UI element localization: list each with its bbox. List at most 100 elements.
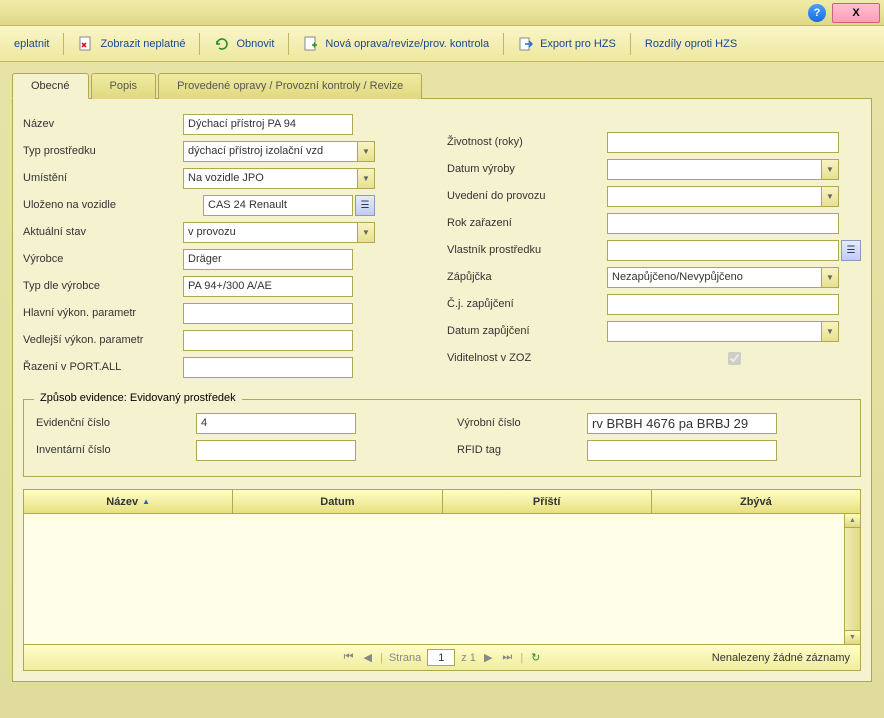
rfid-input[interactable] [587, 440, 777, 461]
document-plus-icon [303, 36, 319, 52]
chevron-down-icon[interactable]: ▼ [821, 322, 838, 341]
vyrobce-input[interactable] [183, 249, 353, 270]
scroll-down-icon[interactable]: ▼ [845, 630, 860, 644]
label-rfid: RFID tag [457, 444, 587, 456]
grid-body: ▲ ▼ [24, 514, 860, 644]
chevron-down-icon[interactable]: ▼ [821, 160, 838, 179]
invalidate-button[interactable]: eplatnit [4, 30, 59, 58]
grid-header: Název▲ Datum Příští Zbývá [24, 490, 860, 514]
pager-last-icon[interactable]: ⏭ [500, 651, 514, 664]
datum-vyroby-combo[interactable]: ▼ [607, 159, 839, 180]
typ-prostredku-combo[interactable]: dýchací přístroj izolační vzd▼ [183, 141, 375, 162]
new-repair-button[interactable]: Nová oprava/revize/prov. kontrola [293, 30, 499, 58]
export-hzs-button[interactable]: Export pro HZS [508, 30, 626, 58]
zivotnost-input[interactable] [607, 132, 839, 153]
label-vyrobce: Výrobce [23, 253, 183, 265]
label-typ-prostredku: Typ prostředku [23, 145, 183, 157]
tab-panel-general: Název Typ prostředku dýchací přístroj iz… [12, 99, 872, 682]
ulozeno-vozidle-input[interactable] [203, 195, 353, 216]
records-grid: Název▲ Datum Příští Zbývá ▲ ▼ ⏮ ◀ | Stra… [23, 489, 861, 671]
titlebar: ? X [0, 0, 884, 26]
grid-rows-empty [24, 514, 844, 644]
razeni-input[interactable] [183, 357, 353, 378]
label-inventarni-cislo: Inventární číslo [36, 444, 196, 456]
refresh-button[interactable]: Obnovit [204, 30, 284, 58]
vehicle-picker-icon[interactable]: ☰ [355, 195, 375, 216]
label-zivotnost: Životnost (roky) [447, 136, 607, 148]
chevron-down-icon[interactable]: ▼ [357, 142, 374, 161]
label-aktualni-stav: Aktuální stav [23, 226, 183, 238]
vlastnik-input[interactable] [607, 240, 839, 261]
label-hlavni-param: Hlavní výkon. parametr [23, 307, 183, 319]
toolbar-separator [630, 33, 631, 55]
umisteni-combo[interactable]: Na vozidle JPO▼ [183, 168, 375, 189]
close-button[interactable]: X [832, 3, 880, 23]
typ-dle-vyrobce-input[interactable] [183, 276, 353, 297]
label-viditelnost: Viditelnost v ZOZ [447, 352, 607, 364]
chevron-down-icon[interactable]: ▼ [357, 169, 374, 188]
hlavni-param-input[interactable] [183, 303, 353, 324]
groupbox-legend: Způsob evidence: Evidovaný prostředek [34, 392, 242, 404]
label-zapujcka: Zápůjčka [447, 271, 607, 283]
show-invalid-button[interactable]: Zobrazit neplatné [68, 30, 195, 58]
label-rok-zarazeni: Rok zařazení [447, 217, 607, 229]
pager-next-icon[interactable]: ▶ [482, 651, 494, 664]
toolbar-separator [503, 33, 504, 55]
nazev-input[interactable] [183, 114, 353, 135]
evidence-groupbox: Způsob evidence: Evidovaný prostředek Ev… [23, 399, 861, 477]
label-datum-zapujceni: Datum zapůjčení [447, 325, 607, 337]
vedlejsi-param-input[interactable] [183, 330, 353, 351]
export-icon [518, 36, 534, 52]
pager-label: Strana [389, 652, 421, 664]
pager-first-icon[interactable]: ⏮ [342, 651, 356, 664]
tab-general[interactable]: Obecné [12, 73, 89, 99]
refresh-icon [214, 36, 230, 52]
toolbar: eplatnit Zobrazit neplatné Obnovit Nová … [0, 26, 884, 62]
pager-refresh-icon[interactable]: ↻ [529, 651, 542, 664]
label-ulozeno-vozidle: Uloženo na vozidle [23, 199, 183, 211]
vyrobni-cislo-input[interactable] [587, 413, 777, 434]
viditelnost-checkbox [728, 352, 741, 365]
evidencni-cislo-input[interactable] [196, 413, 356, 434]
label-vedlejsi-param: Vedlejší výkon. parametr [23, 334, 183, 346]
zapujcka-combo[interactable]: Nezapůjčeno/Nevypůjčeno▼ [607, 267, 839, 288]
grid-col-nazev[interactable]: Název▲ [24, 490, 233, 513]
content-area: Obecné Popis Provedené opravy / Provozní… [0, 62, 884, 692]
chevron-down-icon[interactable]: ▼ [821, 187, 838, 206]
tab-repairs[interactable]: Provedené opravy / Provozní kontroly / R… [158, 73, 422, 99]
grid-col-pristi[interactable]: Příští [443, 490, 652, 513]
label-uvedeni-provozu: Uvedení do provozu [447, 190, 607, 202]
owner-picker-icon[interactable]: ☰ [841, 240, 861, 261]
label-typ-dle-vyrobce: Typ dle výrobce [23, 280, 183, 292]
form-left-column: Název Typ prostředku dýchací přístroj iz… [23, 113, 417, 383]
help-icon[interactable]: ? [808, 4, 826, 22]
uvedeni-provozu-combo[interactable]: ▼ [607, 186, 839, 207]
grid-scrollbar[interactable]: ▲ ▼ [844, 514, 860, 644]
datum-zapujceni-combo[interactable]: ▼ [607, 321, 839, 342]
tab-description[interactable]: Popis [91, 73, 157, 99]
label-vyrobni-cislo: Výrobní číslo [457, 417, 587, 429]
chevron-down-icon[interactable]: ▼ [357, 223, 374, 242]
pager-page-input[interactable] [427, 649, 455, 666]
chevron-down-icon[interactable]: ▼ [821, 268, 838, 287]
toolbar-separator [288, 33, 289, 55]
pager-prev-icon[interactable]: ◀ [362, 651, 374, 664]
rok-zarazeni-input[interactable] [607, 213, 839, 234]
aktualni-stav-combo[interactable]: v provozu▼ [183, 222, 375, 243]
label-umisteni: Umístění [23, 172, 183, 184]
toolbar-separator [63, 33, 64, 55]
grid-footer: ⏮ ◀ | Strana z 1 ▶ ⏭ | ↻ Nenalezeny žádn… [24, 644, 860, 670]
pager-total: z 1 [461, 652, 476, 664]
diff-hzs-button[interactable]: Rozdíly oproti HZS [635, 30, 747, 58]
grid-empty-message: Nenalezeny žádné záznamy [712, 652, 850, 664]
form-right-column: Životnost (roky) Datum výroby ▼ Uvedení … [447, 113, 861, 383]
grid-col-zbyva[interactable]: Zbývá [652, 490, 860, 513]
label-evidencni-cislo: Evidenční číslo [36, 417, 196, 429]
scroll-up-icon[interactable]: ▲ [845, 514, 860, 528]
toolbar-separator [199, 33, 200, 55]
inventarni-cislo-input[interactable] [196, 440, 356, 461]
grid-col-datum[interactable]: Datum [233, 490, 442, 513]
cj-zapujceni-input[interactable] [607, 294, 839, 315]
label-cj-zapujceni: Č.j. zapůjčení [447, 298, 607, 310]
pager: ⏮ ◀ | Strana z 1 ▶ ⏭ | ↻ [342, 649, 543, 666]
